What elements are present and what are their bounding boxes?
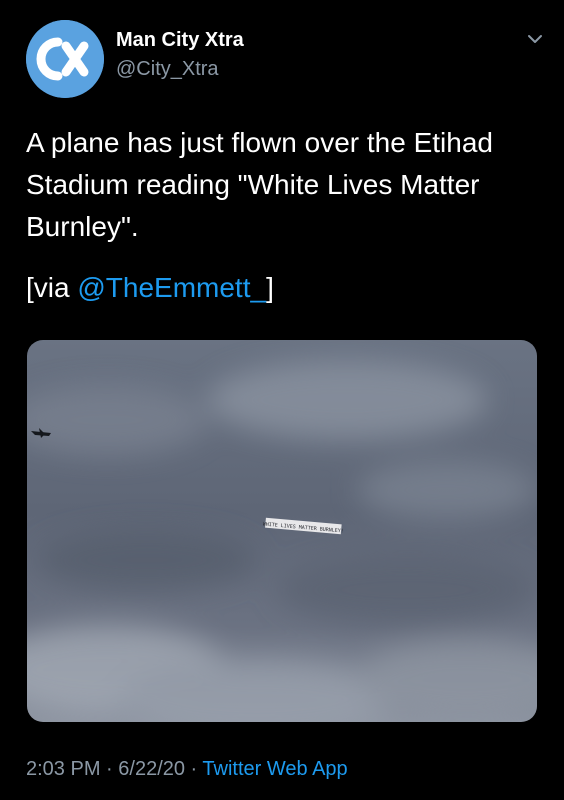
meta-separator: ·	[100, 758, 119, 780]
cx-logo-icon	[26, 20, 104, 98]
meta-separator: ·	[185, 758, 203, 780]
mention-link[interactable]: @TheEmmett_	[77, 272, 266, 303]
tweet-photo[interactable]: WHITE LIVES MATTER BURNLEY!	[27, 340, 537, 722]
display-name[interactable]: Man City Xtra	[116, 29, 244, 52]
tweet-source[interactable]: Twitter Web App	[202, 758, 347, 780]
chevron-down-icon[interactable]	[524, 28, 546, 50]
tweet-header: Man City Xtra @City_Xtra	[26, 20, 546, 98]
avatar[interactable]	[26, 20, 104, 98]
user-handle[interactable]: @City_Xtra	[116, 58, 219, 81]
via-prefix: [via	[26, 272, 78, 303]
via-suffix: ]	[266, 272, 274, 303]
sky-photo: WHITE LIVES MATTER BURNLEY!	[27, 340, 537, 722]
via-line: [via @TheEmmett_]	[26, 272, 274, 304]
tweet-date[interactable]: 6/22/20	[118, 758, 185, 780]
tweet-meta: 2:03 PM · 6/22/20 · Twitter Web App	[26, 758, 348, 781]
tweet-text: A plane has just flown over the Etihad S…	[26, 127, 493, 242]
tweet-time[interactable]: 2:03 PM	[26, 758, 100, 780]
